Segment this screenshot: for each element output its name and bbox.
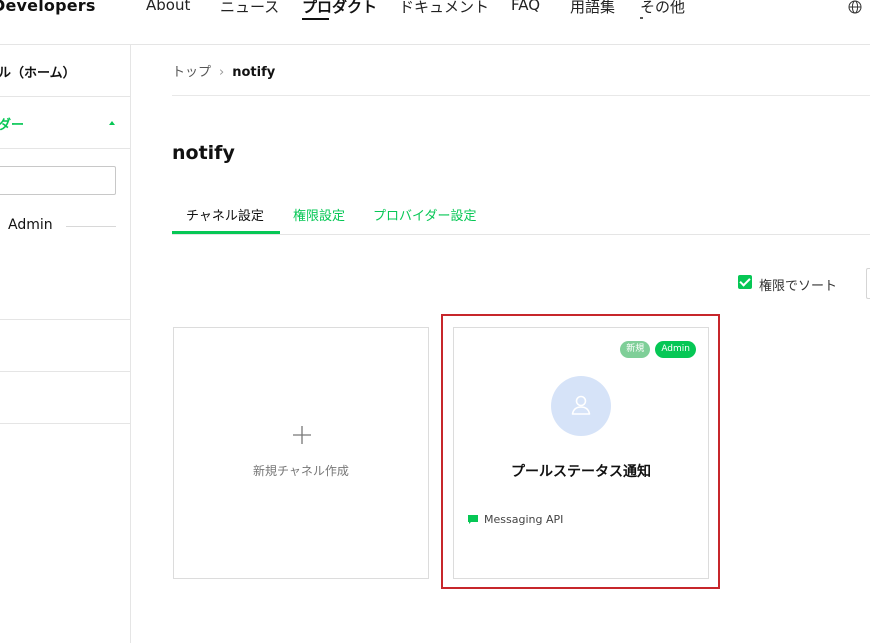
caret-up-icon [109,121,115,125]
brand-logo[interactable]: Developers [0,0,96,15]
tab-permission-settings[interactable]: 権限設定 [293,205,345,224]
nav-more-indicator [640,17,643,19]
sidebar-provider-panel: Admin [0,149,130,320]
tab-bar: チャネル設定 権限設定 プロバイダー設定 [172,205,870,235]
breadcrumb: トップ › notify [172,61,275,80]
divider [66,226,116,227]
sidebar-item[interactable] [0,372,130,424]
tab-provider-settings[interactable]: プロバイダー設定 [373,205,476,224]
chevron-right-icon: › [219,65,225,80]
sidebar-provider-admin[interactable]: Admin [8,217,53,233]
tab-active-indicator [172,231,280,234]
nav-products[interactable]: プロダクト [302,0,377,17]
sort-label: 権限でソート [759,279,838,294]
sidebar-item-console-home[interactable]: ル（ホーム） [0,45,130,97]
sidebar-item-label: ダー [0,118,25,133]
breadcrumb-top-link[interactable]: トップ [172,65,211,80]
sidebar: ル（ホーム） ダー Admin [0,45,131,643]
nav-documents[interactable]: ドキュメント [399,0,489,17]
sidebar-item-providers[interactable]: ダー [0,97,130,149]
top-header: Developers About ニュース プロダクト ドキュメント FAQ 用… [0,0,870,45]
nav-faq[interactable]: FAQ [511,0,540,14]
nav-news[interactable]: ニュース [220,0,279,17]
globe-icon[interactable] [848,0,862,18]
sort-checkbox[interactable] [738,275,752,289]
create-channel-label: 新規チャネル作成 [253,464,349,478]
sort-dropdown[interactable] [866,268,870,299]
breadcrumb-current: notify [232,65,276,80]
sidebar-item[interactable] [0,320,130,372]
nav-more[interactable]: その他 [640,0,685,17]
page-title: notify [172,142,235,164]
divider [172,95,870,96]
highlight-box [441,314,720,589]
tab-channel-settings[interactable]: チャネル設定 [186,205,264,224]
plus-icon [291,424,313,451]
create-channel-card[interactable]: 新規チャネル作成 [173,327,429,579]
nav-active-indicator [302,18,329,20]
provider-search-input[interactable] [0,166,116,195]
sidebar-item-label: ル（ホーム） [0,66,76,81]
nav-glossary[interactable]: 用語集 [570,0,615,17]
nav-about[interactable]: About [146,0,190,14]
